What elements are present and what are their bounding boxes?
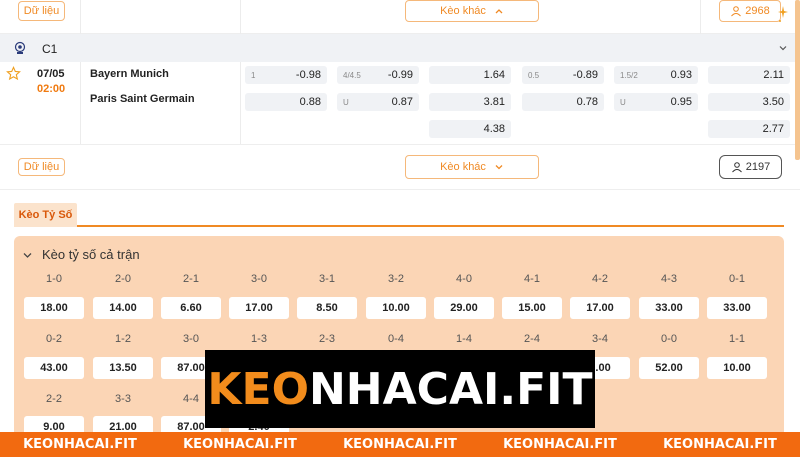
score-label: 0-4: [388, 333, 404, 345]
score-label: 3-4: [592, 333, 608, 345]
more-odds-label: Kèo khác: [440, 161, 486, 173]
ou-under-odd[interactable]: U 0.87: [337, 93, 419, 111]
favorite-star-icon[interactable]: [6, 66, 21, 81]
tab-correct-score[interactable]: Kèo Tỷ Số: [14, 203, 77, 227]
footer-text: KEONHACAI.FIT: [343, 437, 457, 452]
score-label: 2-1: [183, 273, 199, 285]
chevron-down-icon: [495, 165, 503, 170]
score-label: 3-0: [251, 273, 267, 285]
panel-title: Kèo tỷ số cả trận: [42, 247, 140, 262]
data-button[interactable]: Dữ liệu: [18, 158, 65, 176]
match-footer-row: [0, 144, 800, 190]
score-odd-button[interactable]: 13.50: [93, 357, 153, 379]
scrollbar[interactable]: [795, 0, 800, 160]
ou-over-odd[interactable]: 4/4.5 -0.99: [337, 66, 419, 84]
score-label: 3-0: [183, 333, 199, 345]
league-header[interactable]: C1: [0, 34, 800, 62]
score-odd-button[interactable]: 6.60: [161, 297, 221, 319]
away-team[interactable]: Paris Saint Germain: [90, 93, 195, 105]
chevron-up-icon: [495, 9, 503, 14]
score-odd-button[interactable]: 10.00: [707, 357, 767, 379]
score-label: 4-3: [661, 273, 677, 285]
more-odds-button[interactable]: Kèo khác: [405, 0, 539, 22]
score-label: 2-4: [524, 333, 540, 345]
score-label: 0-2: [46, 333, 62, 345]
score-label: 1-0: [46, 273, 62, 285]
data-button[interactable]: Dữ liệu: [18, 1, 65, 21]
user-icon: [731, 6, 742, 17]
h1-hdp-away-odd[interactable]: 0.78: [522, 93, 604, 111]
x12-home-odd[interactable]: 1.64: [429, 66, 511, 84]
score-odd-button[interactable]: 29.00: [434, 297, 494, 319]
hdp-home-odd[interactable]: 1 -0.98: [245, 66, 327, 84]
home-team[interactable]: Bayern Munich: [90, 68, 169, 80]
score-odd-button[interactable]: 8.50: [297, 297, 357, 319]
score-odd-button[interactable]: 17.00: [570, 297, 630, 319]
score-label: 1-4: [456, 333, 472, 345]
score-label: 2-2: [46, 393, 62, 405]
footer-text: KEONHACAI.FIT: [663, 437, 777, 452]
score-odd-button[interactable]: 33.00: [707, 297, 767, 319]
score-label: 3-1: [319, 273, 335, 285]
h1-ou-over-odd[interactable]: 1.5/2 0.93: [614, 66, 698, 84]
score-odd-button[interactable]: 33.00: [639, 297, 699, 319]
champions-league-logo-icon: [14, 41, 26, 54]
viewers-button[interactable]: 2197: [719, 155, 782, 179]
footer-text: KEONHACAI.FIT: [503, 437, 617, 452]
score-odd-button[interactable]: 18.00: [24, 297, 84, 319]
match-time: 02:00: [37, 83, 66, 95]
score-label: 2-0: [115, 273, 131, 285]
score-label: 1-3: [251, 333, 267, 345]
league-name: C1: [42, 42, 58, 56]
footer-banner: KEONHACAI.FIT KEONHACAI.FIT KEONHACAI.FI…: [0, 432, 800, 457]
chevron-down-icon[interactable]: [777, 42, 789, 54]
score-label: 3-2: [388, 273, 404, 285]
score-odd-button[interactable]: 14.00: [93, 297, 153, 319]
tab-bar: [14, 203, 784, 227]
score-label: 3-3: [115, 393, 131, 405]
score-label: 4-0: [456, 273, 472, 285]
x12-away-odd[interactable]: 3.81: [429, 93, 511, 111]
h1-x12-away-odd[interactable]: 3.50: [708, 93, 790, 111]
score-odd-button[interactable]: 17.00: [229, 297, 289, 319]
score-label: 1-1: [729, 333, 745, 345]
viewers-button[interactable]: 2968: [719, 0, 781, 22]
viewers-count: 2968: [745, 5, 770, 17]
score-label: 1-2: [115, 333, 131, 345]
score-odd-button[interactable]: 52.00: [639, 357, 699, 379]
top-match-footer-row: Dữ liệu Kèo khác 2968: [0, 0, 800, 34]
more-odds-label: Kèo khác: [440, 5, 486, 17]
score-label: 2-3: [319, 333, 335, 345]
match-date: 07/05: [37, 68, 65, 80]
chevron-down-icon[interactable]: [22, 250, 33, 261]
user-icon: [731, 162, 742, 173]
h1-hdp-home-odd[interactable]: 0.5 -0.89: [522, 66, 604, 84]
score-label: 4-1: [524, 273, 540, 285]
h1-x12-draw-odd[interactable]: 2.77: [708, 120, 790, 138]
score-label: 4-2: [592, 273, 608, 285]
viewers-count: 2197: [745, 161, 771, 173]
score-odd-button[interactable]: 15.00: [502, 297, 562, 319]
footer-text: KEONHACAI.FIT: [23, 437, 137, 452]
score-label: 0-0: [661, 333, 677, 345]
footer-text: KEONHACAI.FIT: [183, 437, 297, 452]
watermark-logo: KEO NHACAI.FIT: [205, 350, 595, 428]
h1-ou-under-odd[interactable]: U 0.95: [614, 93, 698, 111]
x12-draw-odd[interactable]: 4.38: [429, 120, 511, 138]
sparkle-icon: [778, 6, 788, 22]
score-odd-button[interactable]: 43.00: [24, 357, 84, 379]
score-label: 0-1: [729, 273, 745, 285]
h1-x12-home-odd[interactable]: 2.11: [708, 66, 790, 84]
more-odds-button[interactable]: Kèo khác: [405, 155, 539, 179]
hdp-away-odd[interactable]: 0.88: [245, 93, 327, 111]
score-odd-button[interactable]: 10.00: [366, 297, 426, 319]
